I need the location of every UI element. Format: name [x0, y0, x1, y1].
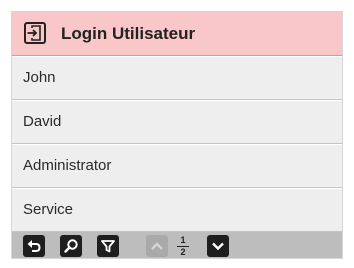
chevron-down-icon: [210, 238, 226, 254]
search-icon: [63, 238, 79, 254]
back-icon: [26, 238, 42, 254]
user-list-item-administrator[interactable]: Administrator: [12, 144, 342, 188]
login-icon: [23, 21, 47, 45]
user-list-item-john[interactable]: John: [12, 56, 342, 100]
page-indicator: 1 2: [174, 235, 192, 257]
login-screen: Login Utilisateur John David Administrat…: [12, 12, 342, 258]
page-total: 2: [180, 247, 186, 257]
title-bar: Login Utilisateur: [12, 12, 342, 56]
page-up-button[interactable]: [146, 235, 168, 257]
user-list-item-service[interactable]: Service: [12, 188, 342, 232]
user-list-item-david[interactable]: David: [12, 100, 342, 144]
bottom-toolbar: 1 2: [12, 232, 342, 258]
user-list: John David Administrator Service: [12, 56, 342, 232]
filter-icon: [100, 238, 116, 254]
page-title: Login Utilisateur: [61, 24, 196, 43]
back-button[interactable]: [23, 235, 45, 257]
search-button[interactable]: [60, 235, 82, 257]
page-down-button[interactable]: [207, 235, 229, 257]
page-current: 1: [180, 235, 186, 245]
filter-button[interactable]: [97, 235, 119, 257]
chevron-up-icon: [149, 238, 165, 254]
